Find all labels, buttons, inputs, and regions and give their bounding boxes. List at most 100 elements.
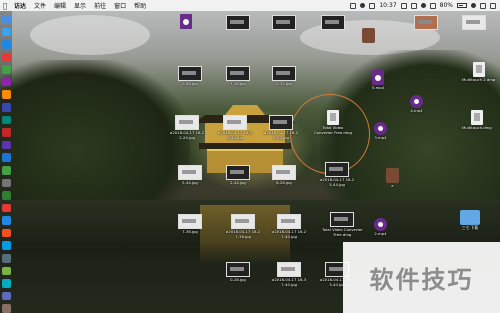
multitouch-dmg[interactable]: Multitouch.dmg bbox=[462, 110, 492, 131]
status-icon[interactable] bbox=[400, 2, 407, 9]
battery-icon[interactable] bbox=[457, 3, 467, 8]
disk-image-icon bbox=[472, 62, 485, 77]
desktop-file-icon[interactable]: a2018-04-17 16-3 7-40.jpg bbox=[272, 262, 306, 287]
menu-finder[interactable]: 访达 bbox=[10, 1, 30, 10]
desktop-file-icon[interactable]: 7-36.jpg bbox=[178, 214, 202, 235]
desktop-file-icon[interactable]: 2-44.jpg bbox=[226, 165, 250, 186]
archive-file[interactable]: e bbox=[386, 168, 399, 189]
video-file-4[interactable]: 4.mp4 bbox=[410, 95, 423, 114]
wifi-icon[interactable] bbox=[471, 3, 476, 8]
menu-file[interactable]: 文件 bbox=[30, 1, 50, 10]
multitouch-2-dmg[interactable]: Multitouch 2.dmg bbox=[462, 62, 495, 83]
search-icon[interactable] bbox=[480, 2, 486, 9]
video-file-3[interactable]: 3.mp4 bbox=[374, 122, 387, 141]
dock-app-icon[interactable] bbox=[1, 52, 11, 62]
dock-app-icon[interactable] bbox=[1, 115, 11, 125]
video-file-5[interactable]: 5.mp4 bbox=[372, 70, 384, 91]
folder-icon bbox=[460, 210, 480, 225]
dock-app-icon[interactable] bbox=[1, 77, 11, 87]
notification-center-icon[interactable] bbox=[490, 2, 496, 9]
status-icon[interactable] bbox=[369, 2, 376, 9]
dock-app-icon[interactable] bbox=[1, 241, 11, 250]
file-label: Multitouch.dmg bbox=[462, 125, 492, 130]
menu-go[interactable]: 前往 bbox=[90, 1, 110, 10]
status-area: 10:37 80% bbox=[350, 2, 500, 9]
disk-image-icon bbox=[326, 110, 339, 125]
battery-percent[interactable]: 80% bbox=[440, 2, 453, 9]
image-thumbnail-icon bbox=[226, 66, 250, 81]
file-label: 4.mp4 bbox=[410, 108, 423, 113]
desktop-file-icon[interactable] bbox=[414, 15, 438, 30]
menu-bar:  访达 文件 编辑 显示 前往 窗口 帮助 10:37 80% bbox=[0, 0, 500, 11]
menu-help[interactable]: 帮助 bbox=[130, 1, 150, 10]
file-label: a2018-04-17 16-2 8-44.jpg bbox=[218, 130, 253, 140]
menu-view[interactable]: 显示 bbox=[70, 1, 90, 10]
dock-app-icon[interactable] bbox=[1, 216, 11, 225]
status-icon[interactable] bbox=[420, 3, 426, 8]
file-label: Total Video Converter Free.dmg bbox=[322, 227, 363, 237]
desktop-file-icon[interactable]: 0-08.jpg bbox=[178, 66, 202, 87]
menu-window[interactable]: 窗口 bbox=[110, 1, 130, 10]
dock-app-icon[interactable] bbox=[1, 140, 11, 150]
dock-app-icon[interactable] bbox=[1, 165, 11, 175]
desktop-file-icon[interactable] bbox=[226, 15, 250, 30]
dock-app-icon[interactable] bbox=[1, 304, 11, 313]
archive-icon bbox=[386, 168, 399, 183]
desktop-file-icon[interactable]: 0-28.jpg bbox=[226, 262, 250, 283]
status-icon[interactable] bbox=[429, 2, 436, 9]
total-video-converter-dmg[interactable]: Total Video Converter Free.dmg bbox=[314, 110, 352, 135]
clock[interactable]: 10:37 bbox=[379, 2, 396, 9]
dock bbox=[0, 11, 12, 313]
dock-app-icon[interactable] bbox=[1, 90, 11, 100]
desktop-file-icon[interactable] bbox=[180, 14, 192, 29]
disk-image-icon bbox=[470, 110, 483, 125]
video-file-icon bbox=[374, 122, 387, 135]
desktop-file-icon[interactable]: a2018-04-17 16-2 7-40.jpg bbox=[272, 214, 306, 239]
desktop-file-icon[interactable]: a2018-04-17 16-2 8-44.jpg bbox=[218, 115, 252, 140]
desktop-file-icon[interactable] bbox=[462, 15, 486, 30]
desktop-file-icon[interactable]: a2018-04-17 16-2 7-36.jpg bbox=[226, 214, 260, 239]
video-file-2[interactable]: 2.mp4 bbox=[374, 218, 387, 237]
dock-app-icon[interactable] bbox=[1, 228, 11, 238]
status-icon[interactable] bbox=[350, 2, 357, 9]
dock-app-icon[interactable] bbox=[1, 65, 11, 74]
desktop-file-icon[interactable]: 6-28.jpg bbox=[272, 165, 296, 186]
image-thumbnail-icon bbox=[325, 162, 350, 177]
dock-app-icon[interactable] bbox=[1, 266, 11, 276]
file-label: 2-12.jpg bbox=[276, 81, 292, 86]
desktop-file-icon[interactable]: 5-44.jpg bbox=[178, 165, 202, 186]
status-icon[interactable] bbox=[410, 2, 417, 9]
desktop-file-icon[interactable]: a2018-04-17 16-2 2-20.jpg bbox=[170, 115, 204, 140]
file-label: 0-08.jpg bbox=[182, 81, 198, 86]
apple-menu-icon[interactable]:  bbox=[0, 2, 10, 10]
dock-app-icon[interactable] bbox=[1, 27, 11, 37]
file-label: 5-44.jpg bbox=[182, 180, 198, 185]
desktop-file-icon[interactable]: 2-12.jpg bbox=[272, 66, 296, 87]
dock-app-icon[interactable] bbox=[1, 253, 11, 263]
watermark: 软件技巧 bbox=[343, 242, 500, 313]
file-label: 7-36.jpg bbox=[182, 229, 198, 234]
menu-edit[interactable]: 编辑 bbox=[50, 1, 70, 10]
dock-app-icon[interactable] bbox=[1, 291, 11, 301]
desktop-file-icon[interactable]: Total Video Converter Free.dmg bbox=[322, 212, 363, 237]
dock-app-icon[interactable] bbox=[1, 191, 11, 200]
dock-app-icon[interactable] bbox=[1, 203, 11, 213]
dock-app-icon[interactable] bbox=[1, 153, 11, 162]
file-label: Total Video Converter Free.dmg bbox=[314, 125, 352, 135]
dock-app-icon[interactable] bbox=[1, 279, 11, 288]
dock-app-icon[interactable] bbox=[1, 128, 11, 137]
desktop-file-icon[interactable] bbox=[321, 15, 345, 30]
file-label: a2018-04-17 16-2 2-20.jpg bbox=[170, 130, 205, 140]
dock-app-icon[interactable] bbox=[1, 40, 11, 49]
dock-app-icon[interactable] bbox=[1, 178, 11, 188]
status-icon[interactable] bbox=[360, 3, 366, 8]
download-folder[interactable]: 三七 下载 bbox=[460, 210, 480, 231]
desktop-file-icon[interactable]: a2018-04-17 16-2 9-20.jpg bbox=[264, 115, 298, 140]
file-label: a2018-04-17 16-3 7-40.jpg bbox=[272, 277, 307, 287]
dock-app-icon[interactable] bbox=[1, 103, 11, 112]
desktop-file-icon[interactable]: a2018-04-17 16-2 5-44.jpg bbox=[320, 162, 354, 187]
dock-app-icon[interactable] bbox=[1, 15, 11, 24]
desktop-file-icon[interactable]: 7-18.jpg bbox=[226, 66, 250, 87]
archive-file[interactable] bbox=[362, 28, 375, 43]
desktop-file-icon[interactable] bbox=[272, 15, 296, 30]
